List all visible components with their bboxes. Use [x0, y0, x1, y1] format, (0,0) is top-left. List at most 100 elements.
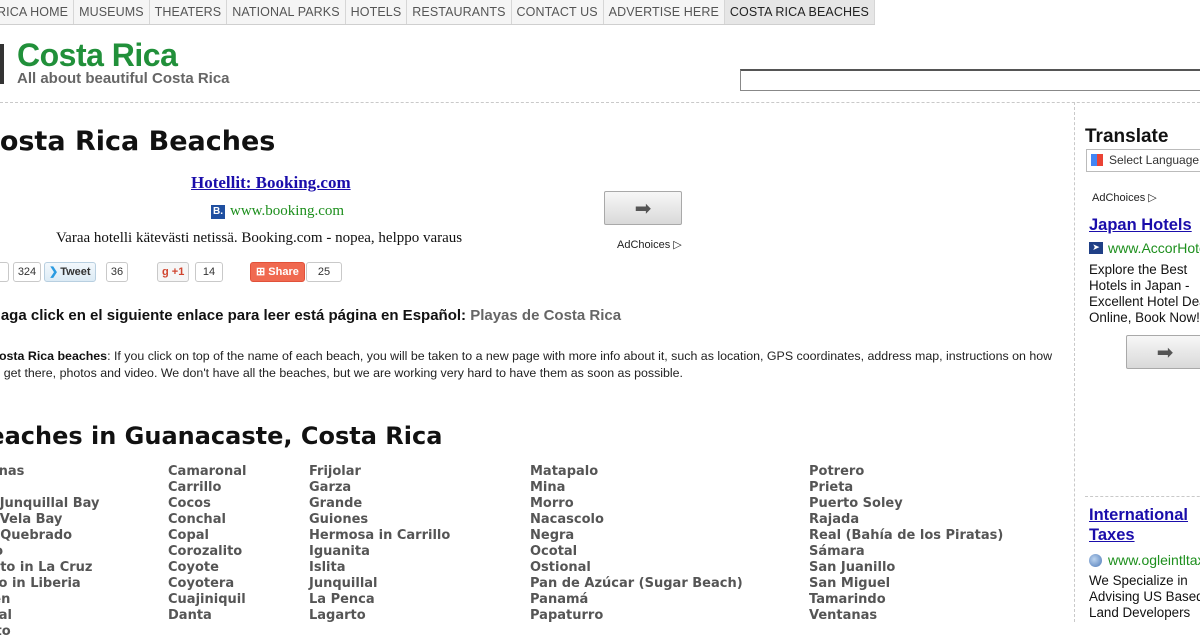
spanish-page-link[interactable]: Playas de Costa Rica	[470, 307, 621, 324]
beach-list-col5: Potrero Prieta Puerto Soley Rajada Real (Bah…	[809, 464, 1003, 624]
gplus-label: +1	[171, 266, 185, 278]
beach-link[interactable]: Coquito	[0, 624, 99, 640]
beach-link[interactable]: Coyotera	[168, 576, 246, 592]
logo-icon	[0, 44, 4, 84]
language-select[interactable]: Select Language	[1086, 149, 1200, 172]
tweet-label: Tweet	[60, 266, 91, 278]
beach-link[interactable]: Conchal	[168, 512, 246, 528]
beach-link[interactable]: Cocos	[168, 496, 246, 512]
nav-item-national-parks[interactable]: NATIONAL PARKS	[227, 0, 346, 24]
beach-link[interactable]: Iguanita	[309, 544, 450, 560]
accor-icon: ➤	[1089, 242, 1103, 254]
gplus-count: 14	[195, 262, 223, 282]
right-sidebar: Translate Select Language AdChoices ▷ Ja…	[1075, 102, 1200, 622]
translate-title: Translate	[1085, 126, 1169, 147]
beach-link[interactable]: Mina	[530, 480, 743, 496]
beach-link[interactable]: Pan de Azúcar (Sugar Beach)	[530, 576, 743, 592]
like-button-edge[interactable]	[0, 262, 9, 282]
sidebar-ad2-url[interactable]: www.ogleintltax.com	[1108, 552, 1200, 568]
beach-link[interactable]: Negra	[530, 528, 743, 544]
beach-link[interactable]: Bahía Junquillal Bay	[0, 496, 99, 512]
tweet-count: 36	[106, 262, 128, 282]
beach-link[interactable]: Carmen	[0, 592, 99, 608]
beach-link[interactable]: Hermosa in Carrillo	[309, 528, 450, 544]
beach-link[interactable]: Junquillal	[309, 576, 450, 592]
beach-link[interactable]: Coyote	[168, 560, 246, 576]
search-input[interactable]	[740, 69, 1200, 91]
beach-link[interactable]: Ocotal	[530, 544, 743, 560]
gplus-button[interactable]: g +1	[157, 262, 190, 282]
beach-link[interactable]: Prieta	[809, 480, 1003, 496]
sidebar-ad1-title-link[interactable]: Japan Hotels	[1089, 215, 1192, 235]
beach-link[interactable]: Tamarindo	[809, 592, 1003, 608]
beach-link[interactable]: Real (Bahía de los Piratas)	[809, 528, 1003, 544]
beach-link[interactable]: Carrillo in Liberia	[0, 576, 99, 592]
tweet-button[interactable]: ❯ Tweet	[44, 262, 96, 282]
nav-item-costa-rica-beaches[interactable]: COSTA RICA BEACHES	[724, 0, 875, 24]
sidebar-adchoices-link[interactable]: AdChoices ▷	[1092, 191, 1157, 204]
beach-link[interactable]: Copal	[168, 528, 246, 544]
sidebar-ad2-title-line2[interactable]: Taxes	[1089, 526, 1135, 544]
beach-link[interactable]: Blanco	[0, 544, 99, 560]
beach-link[interactable]: Brasilito in La Cruz	[0, 560, 99, 576]
sidebar-ad2-title-line1[interactable]: International	[1089, 506, 1188, 524]
gplus-icon: g	[162, 266, 172, 278]
beach-link[interactable]: Nacascolo	[530, 512, 743, 528]
ad-url[interactable]: www.booking.com	[230, 203, 344, 220]
spanish-link-line: Haga click en el siguiente enlace para l…	[0, 307, 621, 324]
beach-list-col2: Camaronal Carrillo Cocos Conchal Copal Coroza…	[168, 464, 246, 624]
beach-link[interactable]	[0, 480, 99, 496]
beach-link[interactable]: San Miguel	[809, 576, 1003, 592]
nav-item-museums[interactable]: MUSEUMS	[74, 0, 150, 24]
beach-link[interactable]: Grande	[309, 496, 450, 512]
beach-link[interactable]: Potrero	[809, 464, 1003, 480]
beach-link[interactable]: Carrillo	[168, 480, 246, 496]
beach-link[interactable]: Panamá	[530, 592, 743, 608]
sidebar-go-button[interactable]: ➡	[1126, 335, 1200, 369]
sidebar-ad1-description: Explore the Best Hotels in Japan - Excel…	[1089, 262, 1200, 325]
sidebar-ad2-url-row[interactable]: www.ogleintltax.com	[1089, 552, 1200, 568]
beach-link[interactable]: San Juanillo	[809, 560, 1003, 576]
beach-link[interactable]: Cuajiniquil	[168, 592, 246, 608]
beach-link[interactable]: Garza	[309, 480, 450, 496]
beach-link[interactable]: Frijolar	[309, 464, 450, 480]
ad-headline-link[interactable]: Hotellit: Booking.com	[191, 173, 351, 193]
beach-link[interactable]: Guiones	[309, 512, 450, 528]
site-title[interactable]: Costa Rica	[17, 37, 178, 74]
arrow-right-icon: ➡	[1156, 340, 1174, 364]
sidebar-ad1-url[interactable]: www.AccorHotels.com	[1108, 240, 1200, 256]
main-content: Costa Rica Beaches Hotellit: Booking.com…	[0, 102, 1075, 639]
nav-item-theaters[interactable]: THEATERS	[149, 0, 228, 24]
beach-link[interactable]: Rajada	[809, 512, 1003, 528]
beach-link[interactable]: Morro	[530, 496, 743, 512]
beach-link[interactable]: Camaronal	[168, 464, 246, 480]
share-button[interactable]: ⊞ Share	[250, 262, 305, 282]
sidebar-ad2-title-link[interactable]: International Taxes	[1089, 505, 1188, 545]
beach-link[interactable]: Ostional	[530, 560, 743, 576]
site-tagline: All about beautiful Costa Rica	[17, 70, 230, 87]
intro-bold: Costa Rica beaches	[0, 349, 108, 363]
beach-link[interactable]: Islita	[309, 560, 450, 576]
ad-description: Varaa hotelli kätevästi netissä. Booking…	[56, 230, 463, 246]
beach-link[interactable]: Barco Quebrado	[0, 528, 99, 544]
intro-text: : If you click on top of the name of eac…	[0, 349, 1053, 380]
top-navigation: RICA HOME MUSEUMS THEATERS NATIONAL PARK…	[0, 0, 875, 25]
beach-link[interactable]: Matapalo	[530, 464, 743, 480]
language-select-label: Select Language	[1109, 153, 1200, 167]
nav-item-advertise-here[interactable]: ADVERTISE HERE	[603, 0, 725, 24]
beach-link[interactable]: Sámara	[809, 544, 1003, 560]
beach-list-col3: Frijolar Garza Grande Guiones Hermosa in Car…	[309, 464, 450, 624]
sidebar-ad1-url-row[interactable]: ➤ www.AccorHotels.com	[1089, 240, 1200, 256]
nav-item-contact-us[interactable]: CONTACT US	[511, 0, 604, 24]
beach-link[interactable]: Bahía Vela Bay	[0, 512, 99, 528]
nav-item-restaurants[interactable]: RESTAURANTS	[407, 0, 512, 24]
beach-link[interactable]: Avellanas	[0, 464, 99, 480]
ad-go-button[interactable]: ➡	[604, 191, 682, 225]
beach-link[interactable]: Puerto Soley	[809, 496, 1003, 512]
nav-item-hotels[interactable]: HOTELS	[345, 0, 408, 24]
ad-url-row[interactable]: B. www.booking.com	[211, 203, 344, 220]
beach-link[interactable]: Corozalito	[168, 544, 246, 560]
nav-item-home[interactable]: RICA HOME	[0, 0, 75, 24]
beach-link[interactable]: La Penca	[309, 592, 450, 608]
adchoices-link[interactable]: AdChoices ▷	[617, 238, 682, 251]
